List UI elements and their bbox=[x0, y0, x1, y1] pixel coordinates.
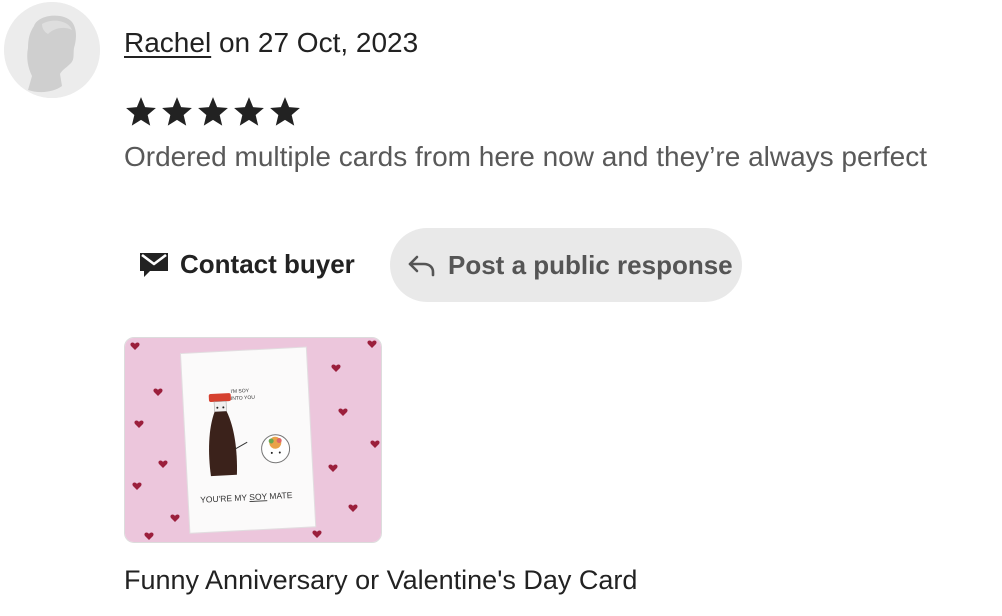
contact-buyer-label: Contact buyer bbox=[180, 248, 355, 279]
contact-buyer-button[interactable]: Contact buyer bbox=[124, 228, 369, 300]
envelope-icon bbox=[138, 249, 170, 279]
reply-arrow-icon bbox=[406, 252, 436, 278]
person-silhouette-icon bbox=[4, 2, 100, 98]
card-speech-line-2: INTO YOU bbox=[231, 395, 256, 402]
star-icon bbox=[270, 97, 300, 126]
review-date: on 27 Oct, 2023 bbox=[211, 27, 419, 58]
review-header: Rachel on 27 Oct, 2023 bbox=[124, 24, 418, 62]
star-icon bbox=[126, 97, 156, 126]
card-speech-line-1: I'M SOY bbox=[230, 388, 249, 395]
review-text: Ordered multiple cards from here now and… bbox=[124, 141, 928, 172]
product-title[interactable]: Funny Anniversary or Valentine's Day Car… bbox=[124, 561, 637, 599]
star-rating bbox=[124, 94, 302, 130]
star-icon bbox=[198, 97, 228, 126]
product-thumbnail[interactable]: I'M SOY INTO YOU YOU'RE MY SOY MATE bbox=[124, 337, 382, 543]
post-public-response-label: Post a public response bbox=[448, 249, 733, 280]
post-public-response-button[interactable]: Post a public response bbox=[390, 228, 742, 302]
star-icon bbox=[162, 97, 192, 126]
star-icon bbox=[234, 97, 264, 126]
reviewer-name-link[interactable]: Rachel bbox=[124, 27, 211, 58]
greeting-card: I'M SOY INTO YOU YOU'RE MY SOY MATE bbox=[179, 346, 317, 534]
reviewer-avatar bbox=[4, 2, 100, 98]
